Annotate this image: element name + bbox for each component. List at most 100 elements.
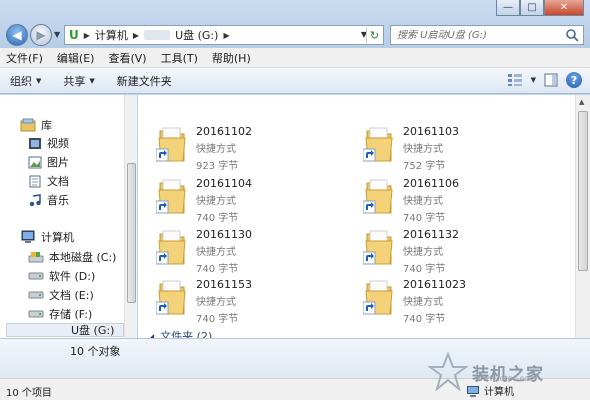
nav-pictures[interactable]: 图片 (28, 154, 69, 170)
preview-pane-icon[interactable] (544, 73, 558, 87)
nav-video[interactable]: 视频 (28, 135, 69, 151)
content-scrollbar[interactable]: ▲ (575, 95, 590, 338)
hard-drive-icon (28, 310, 44, 318)
menu-help[interactable]: 帮助(H) (212, 50, 251, 66)
scroll-up-icon[interactable]: ▲ (579, 98, 584, 106)
back-button[interactable]: ◀ (6, 24, 28, 46)
hard-drive-icon (28, 291, 44, 299)
organize-button[interactable]: 组织 ▼ (10, 73, 41, 89)
file-item[interactable]: 201611023 快捷方式 740 字节 (363, 276, 466, 325)
navigation-scrollbar[interactable] (124, 95, 137, 338)
nav-drive-e[interactable]: 文档 (E:) (28, 287, 94, 303)
nav-pictures-label: 图片 (47, 156, 69, 169)
file-type: 快捷方式 (403, 247, 443, 258)
nav-music-label: 音乐 (47, 194, 69, 207)
file-name: 201611023 (403, 278, 466, 291)
search-input[interactable] (397, 29, 557, 41)
hard-drive-icon (28, 272, 44, 280)
refresh-icon: ↻ (369, 28, 380, 42)
file-size: 923 字节 (196, 161, 239, 172)
menu-edit[interactable]: 编辑(E) (57, 50, 95, 66)
file-name: 20161153 (196, 278, 252, 291)
group-header-folders[interactable]: ◢ 文件夹 (2) (148, 328, 212, 338)
nav-drive-f-label: 存储 (F:) (49, 308, 93, 321)
search-box (390, 25, 584, 45)
scrollbar-thumb[interactable] (578, 111, 588, 271)
usb-drive-icon: U (69, 28, 79, 42)
file-size: 752 字节 (403, 161, 446, 172)
back-arrow-icon: ◀ (12, 28, 22, 42)
music-icon (29, 193, 41, 206)
new-folder-button[interactable]: 新建文件夹 (117, 73, 172, 89)
nav-drive-f[interactable]: 存储 (F:) (28, 306, 92, 322)
shortcut-folder-icon (363, 179, 393, 214)
help-glyph: ? (570, 73, 578, 87)
nav-drive-c-label: 本地磁盘 (C:) (49, 251, 117, 264)
file-name: 20161103 (403, 125, 459, 138)
breadcrumb-separator-icon[interactable]: ▶ (84, 31, 90, 40)
nav-libraries-label: 库 (41, 119, 52, 132)
forward-button[interactable]: ▶ (30, 24, 52, 46)
breadcrumb-usb-drive[interactable]: U盘 (G:) (175, 27, 218, 43)
breadcrumb-computer[interactable]: 计算机 (95, 27, 128, 43)
file-name: 20161106 (403, 177, 459, 190)
shortcut-folder-icon (363, 280, 393, 315)
file-item[interactable]: 20161102 快捷方式 923 字节 (156, 123, 252, 172)
close-button[interactable]: ✕ (544, 0, 584, 16)
minimize-button[interactable]: — (496, 0, 520, 16)
star-logo-icon (428, 352, 468, 392)
pictures-icon (28, 156, 42, 168)
share-button[interactable]: 共享 ▼ (63, 73, 94, 89)
library-icon (20, 118, 36, 132)
nav-computer[interactable]: 计算机 (20, 229, 74, 245)
nav-documents-label: 文档 (47, 175, 69, 188)
recent-pages-dropdown[interactable]: ▼ (54, 30, 60, 39)
share-label: 共享 (63, 74, 86, 88)
file-item[interactable]: 20161103 快捷方式 752 字节 (363, 123, 459, 172)
file-size: 740 字节 (403, 264, 446, 275)
refresh-button[interactable]: ↻ (366, 27, 382, 43)
maximize-button[interactable]: □ (520, 0, 544, 16)
scrollbar-thumb[interactable] (127, 163, 136, 303)
shortcut-folder-icon (156, 179, 186, 214)
nav-documents[interactable]: 文档 (28, 173, 69, 189)
file-size: 740 字节 (196, 264, 239, 275)
search-icon[interactable] (565, 28, 579, 42)
nav-drive-d[interactable]: 软件 (D:) (28, 268, 95, 284)
command-bar: 组织 ▼ 共享 ▼ 新建文件夹 ▼ ? (0, 68, 590, 94)
nav-drive-e-label: 文档 (E:) (49, 289, 94, 302)
shortcut-folder-icon (363, 127, 393, 162)
breadcrumb-separator-icon[interactable]: ▶ (133, 31, 139, 40)
new-folder-label: 新建文件夹 (116, 74, 172, 88)
address-bar[interactable]: U ▶ 计算机 ▶ U盘 (G:) ▶ ▼ ↻ (64, 25, 384, 45)
file-name: 20161130 (196, 228, 252, 241)
minimize-icon: — (503, 2, 513, 13)
file-item[interactable]: 20161153 快捷方式 740 字节 (156, 276, 252, 325)
menu-tools[interactable]: 工具(T) (161, 50, 198, 66)
file-item[interactable]: 20161104 快捷方式 740 字节 (156, 175, 252, 224)
nav-drive-g-label: U盘 (G:) (71, 324, 115, 337)
file-item[interactable]: 20161130 快捷方式 740 字节 (156, 226, 252, 275)
video-icon (29, 137, 41, 149)
menu-view[interactable]: 查看(V) (108, 50, 146, 66)
file-type: 快捷方式 (196, 144, 236, 155)
view-options-chevron-icon[interactable]: ▼ (531, 76, 536, 84)
file-item[interactable]: 20161132 快捷方式 740 字节 (363, 226, 459, 275)
window-controls: — □ ✕ (496, 0, 584, 16)
help-icon[interactable]: ? (566, 72, 582, 88)
chevron-down-icon: ▼ (89, 76, 95, 85)
nav-libraries[interactable]: 库 (20, 117, 52, 133)
nav-music[interactable]: 音乐 (28, 192, 69, 208)
nav-drive-c[interactable]: 本地磁盘 (C:) (28, 249, 116, 265)
file-type: 快捷方式 (196, 247, 236, 258)
file-item[interactable]: 20161106 快捷方式 740 字节 (363, 175, 459, 224)
breadcrumb-separator-icon[interactable]: ▶ (223, 31, 229, 40)
file-size: 740 字节 (403, 314, 446, 325)
change-view-icon[interactable] (507, 73, 523, 87)
documents-icon (29, 175, 41, 187)
menu-file[interactable]: 文件(F) (6, 50, 43, 66)
nav-drive-g[interactable]: U盘 (G:) (6, 323, 124, 337)
watermark: 装机之家 www.lotpc.com (428, 352, 544, 392)
title-bar: — □ ✕ ◀ ▶ ▼ U ▶ 计算机 ▶ U盘 (G:) ▶ ▼ ↻ (0, 0, 590, 48)
redacted-segment (144, 30, 171, 40)
